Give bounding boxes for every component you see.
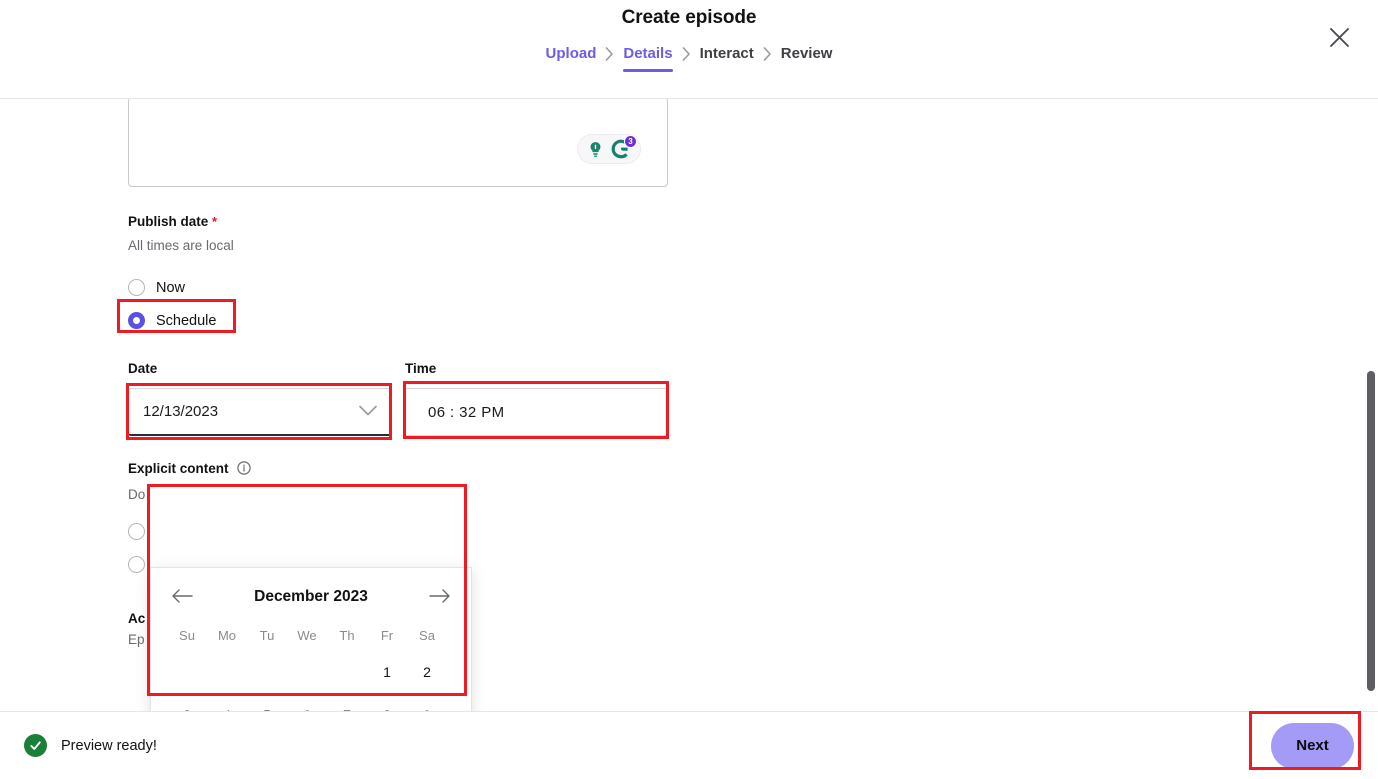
calendar-day-name: Mo [217,627,237,643]
date-field-wrap: Date 12/13/2023 [128,361,392,436]
info-circle-icon[interactable] [237,461,251,478]
arrow-left-icon [171,588,193,606]
radio-icon-schedule[interactable] [128,312,145,329]
calendar-day[interactable]: 3 [167,693,207,712]
calendar-day[interactable]: 4 [207,693,247,712]
publish-date-helper: All times are local [128,238,234,253]
calendar-grid: SuMoTuWeThFrSa12345678910111213141516 [167,620,455,712]
calendar-prev-month-button[interactable] [167,583,197,611]
time-input[interactable]: 06 : 32 PM [405,388,669,436]
episode-description-input[interactable]: 3 [128,99,668,187]
calendar-month-label: December 2023 [254,588,368,605]
calendar-day-name: Su [179,627,195,643]
time-field-wrap: Time 06 : 32 PM [405,361,669,436]
calendar-day[interactable]: 6 [287,693,327,712]
tab-interact[interactable]: Interact [700,45,754,66]
calendar-day-name: Th [339,627,355,643]
lightbulb-icon[interactable] [586,140,605,159]
publish-date-group: Publish date * All times are local Now S… [128,214,668,332]
radio-option-schedule[interactable]: Schedule [128,309,668,332]
calendar-day-number: 9 [411,698,444,712]
page-title: Create episode [621,7,757,28]
chevron-right-icon [605,47,614,64]
step-breadcrumb: Upload Details Interact Review [0,45,1378,72]
calendar-day[interactable]: 8 [367,693,407,712]
calendar-day-name: Fr [380,627,394,643]
calendar-day[interactable]: 1 [367,650,407,693]
check-circle-icon [24,734,47,757]
calendar-day[interactable]: 7 [327,693,367,712]
tab-upload[interactable]: Upload [546,45,597,66]
calendar-day-blank [247,650,287,693]
chevron-right-icon [763,47,772,64]
calendar-day-number: 6 [291,698,324,712]
publish-date-label: Publish date * [128,214,218,229]
calendar-day[interactable]: 2 [407,650,447,693]
calendar-day-number: 7 [331,698,364,712]
calendar-day-number: 3 [171,698,204,712]
calendar-day-blank [167,650,207,693]
create-episode-modal: Create episode Upload Details Interact R… [0,0,1378,779]
explicit-content-group: Explicit content Do [128,461,668,576]
date-label: Date [128,361,158,376]
grammarly-logo-icon[interactable]: 3 [610,135,637,160]
calendar-popover[interactable]: December 2023 SuMoTuWeThFrSa123456789101… [150,567,472,711]
close-icon [1329,27,1350,51]
form-scroll-area: 3 Publish date * All times are local Now… [0,99,1378,711]
status-area: Preview ready! [24,734,157,757]
radio-option-now[interactable]: Now [128,276,668,299]
calendar-day-blank [207,650,247,693]
calendar-day[interactable]: 5 [247,693,287,712]
modal-header: Create episode Upload Details Interact R… [0,0,1378,99]
tab-review[interactable]: Review [781,45,833,66]
calendar-day-blank [287,650,327,693]
calendar-day-number: 5 [251,698,284,712]
date-input[interactable]: 12/13/2023 [128,388,392,436]
calendar-day-number: 4 [211,698,244,712]
calendar-day-blank [327,650,367,693]
modal-footer: Preview ready! Next [0,711,1378,779]
explicit-content-label: Explicit content [128,461,668,478]
grammarly-widget[interactable]: 3 [577,134,641,164]
time-value: 06 : 32 PM [428,403,505,421]
chevron-right-icon [682,47,691,64]
radio-option-explicit-no[interactable] [128,520,668,543]
calendar-next-month-button[interactable] [425,583,455,611]
time-label: Time [405,361,437,376]
radio-icon-explicit-no[interactable] [128,523,145,540]
required-marker: * [212,214,218,229]
next-button[interactable]: Next [1271,722,1354,769]
arrow-right-icon [429,588,451,606]
radio-icon-explicit-yes[interactable] [128,556,145,573]
explicit-content-helper: Do [128,487,146,502]
chevron-down-icon[interactable] [359,403,377,420]
radio-label-now: Now [156,279,186,296]
radio-icon-now[interactable] [128,279,145,296]
calendar-day-number: 1 [383,663,391,680]
calendar-day[interactable]: 9 [407,693,447,712]
calendar-day-name: We [297,627,317,643]
calendar-day-name: Sa [419,627,435,643]
status-text: Preview ready! [61,737,157,754]
date-value: 12/13/2023 [143,403,219,420]
radio-label-schedule: Schedule [156,312,217,329]
grammarly-badge-count: 3 [624,135,637,148]
calendar-day-number: 2 [423,663,431,680]
scrollbar-track[interactable] [1364,99,1378,711]
calendar-header: December 2023 [167,582,455,612]
scrollbar-thumb[interactable] [1367,371,1375,691]
close-button[interactable] [1320,20,1358,58]
calendar-day-name: Tu [259,627,275,643]
tab-details[interactable]: Details [623,45,673,72]
calendar-day-number: 8 [371,698,404,712]
